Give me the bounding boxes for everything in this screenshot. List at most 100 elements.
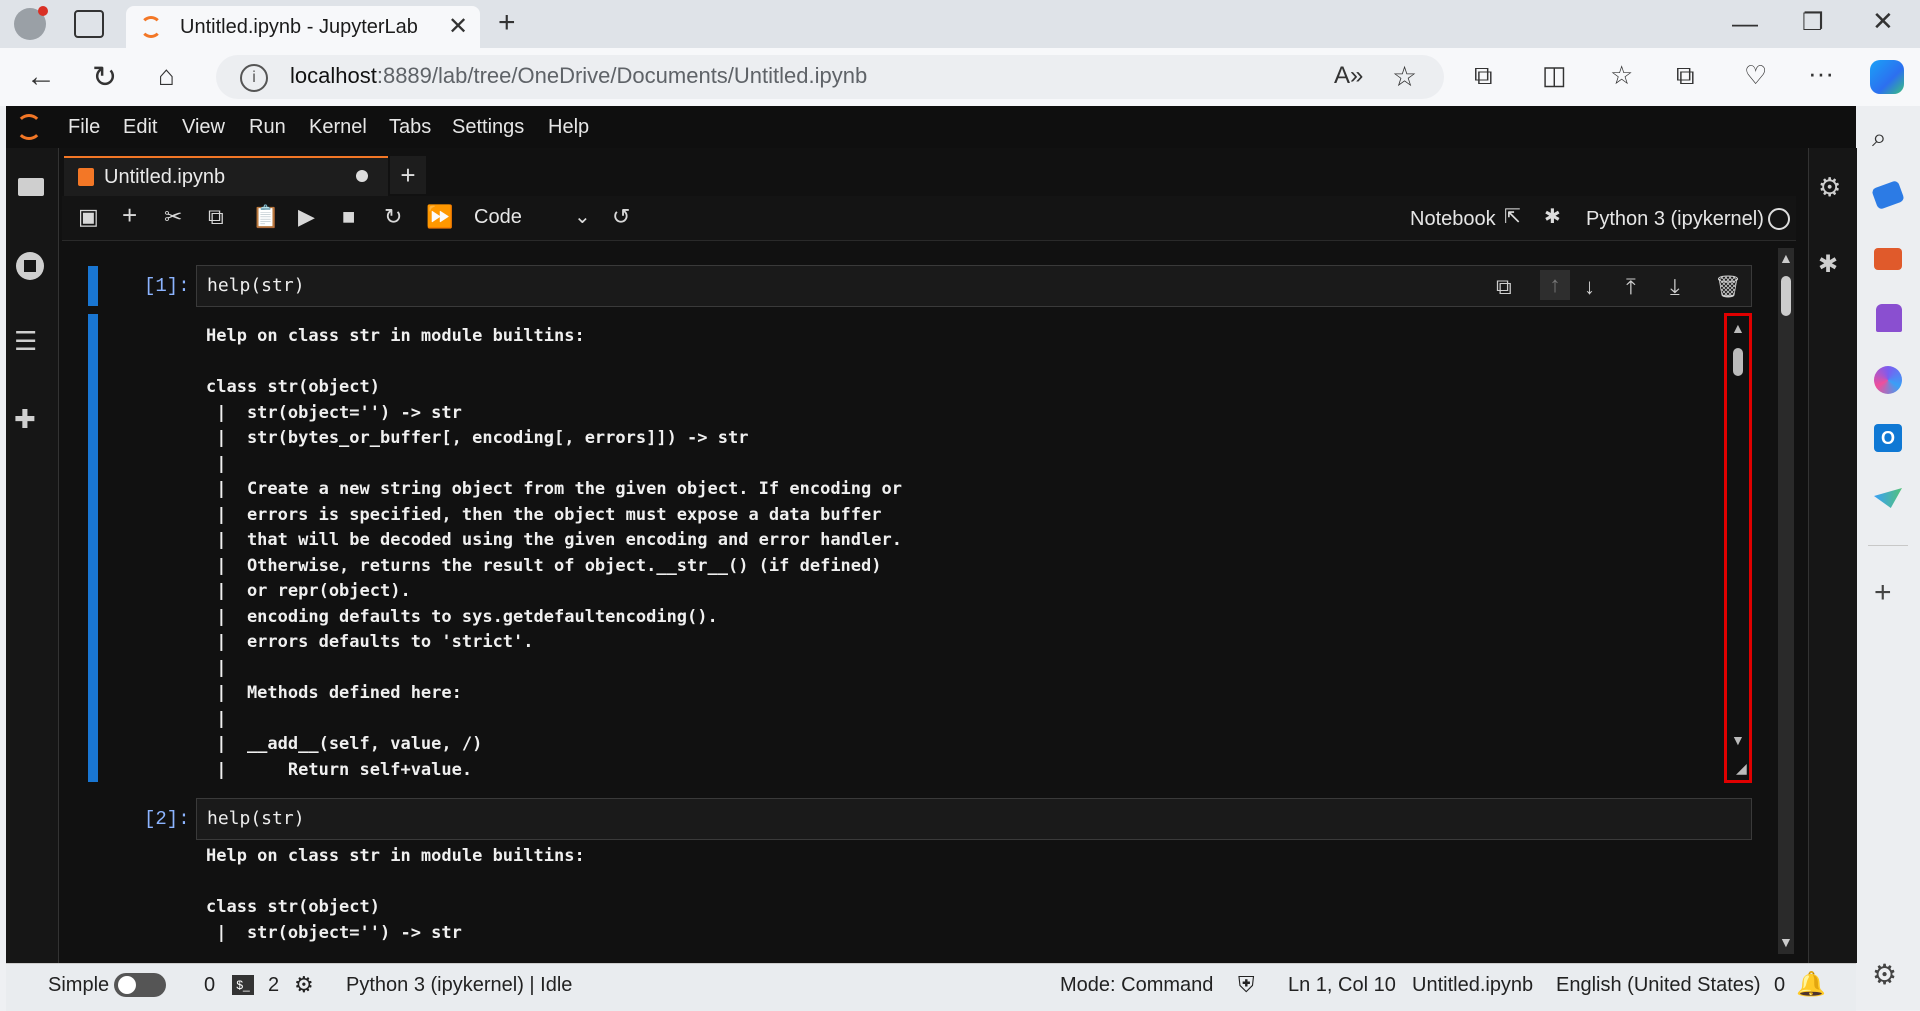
notebook-mode-label[interactable]: Notebook bbox=[1410, 208, 1496, 231]
kernel-name[interactable]: Python 3 (ipykernel) bbox=[1586, 208, 1764, 231]
back-icon[interactable]: ← bbox=[26, 60, 56, 94]
edge-sidebar bbox=[1856, 106, 1920, 1010]
notebook-toolbar bbox=[62, 196, 1796, 241]
new-tab-icon[interactable]: + bbox=[498, 6, 516, 40]
property-inspector-icon[interactable]: ⚙ bbox=[1818, 172, 1841, 203]
notification-dot bbox=[38, 6, 48, 16]
read-aloud-icon[interactable]: A» bbox=[1334, 62, 1363, 90]
active-output-indicator bbox=[88, 314, 98, 782]
bug-icon[interactable]: ✱ bbox=[1544, 204, 1561, 229]
paste-icon[interactable]: 📋 bbox=[252, 204, 279, 230]
kernel-status-icon bbox=[1768, 208, 1790, 230]
run-icon[interactable]: ▶ bbox=[298, 204, 315, 230]
restore-icon[interactable]: ❐ bbox=[1802, 8, 1824, 37]
new-launcher-icon[interactable]: + bbox=[390, 156, 426, 194]
notebook-scroll-down-icon[interactable]: ▼ bbox=[1779, 934, 1793, 950]
minimize-icon[interactable]: — bbox=[1732, 8, 1758, 39]
refresh-icon[interactable]: ↻ bbox=[92, 60, 117, 95]
bell-icon[interactable]: 🔔 bbox=[1796, 970, 1826, 999]
notebook-scroll-up-icon[interactable]: ▲ bbox=[1779, 250, 1793, 266]
move-up-icon[interactable]: ↑ bbox=[1540, 270, 1570, 300]
cell-2-output-area[interactable]: Help on class str in module builtins: cl… bbox=[196, 844, 1720, 956]
menu-settings[interactable]: Settings bbox=[452, 116, 524, 139]
cell-2-code: help(str) bbox=[207, 808, 305, 829]
collections-icon[interactable]: ⧉ bbox=[1676, 60, 1695, 92]
more-menu-icon[interactable]: ··· bbox=[1808, 58, 1834, 89]
kernel-chip-icon: ⚙ bbox=[294, 972, 314, 997]
cell-2-input[interactable]: help(str) bbox=[196, 798, 1752, 840]
cursor-position[interactable]: Ln 1, Col 10 bbox=[1288, 974, 1396, 997]
url-text[interactable]: localhost:8889/lab/tree/OneDrive/Documen… bbox=[290, 63, 867, 89]
home-icon[interactable]: ⌂ bbox=[158, 60, 175, 92]
simple-mode-toggle-knob bbox=[118, 976, 136, 994]
add-sidebar-icon[interactable]: + bbox=[1874, 576, 1892, 610]
stop-icon[interactable]: ■ bbox=[342, 204, 355, 230]
jupyter-logo-icon bbox=[16, 114, 42, 140]
restart-icon[interactable]: ↻ bbox=[384, 204, 402, 230]
cell-1-code: help(str) bbox=[207, 275, 305, 296]
sidebar-settings-icon[interactable]: ⚙ bbox=[1872, 958, 1897, 991]
menu-kernel[interactable]: Kernel bbox=[309, 116, 367, 139]
cell-2-output-text: Help on class str in module builtins: cl… bbox=[206, 846, 585, 943]
notebook-scrollbar[interactable] bbox=[1778, 248, 1794, 954]
move-down-icon[interactable]: ↓ bbox=[1584, 274, 1595, 300]
notebook-file-icon bbox=[78, 168, 94, 186]
status-file-name: Untitled.ipynb bbox=[1412, 974, 1534, 996]
extensions-icon[interactable]: ⧉ bbox=[1474, 60, 1493, 92]
copy-icon[interactable]: ⧉ bbox=[208, 204, 224, 230]
unsaved-dot-icon[interactable] bbox=[356, 170, 368, 182]
tab-actions-icon[interactable] bbox=[74, 10, 104, 38]
notebook-tab[interactable]: Untitled.ipynb bbox=[64, 156, 388, 196]
insert-above-icon[interactable]: ⤒ bbox=[1626, 274, 1636, 300]
search-icon[interactable]: ⌕ bbox=[1872, 122, 1887, 154]
cell-1-input[interactable]: help(str) bbox=[196, 265, 1752, 307]
close-window-icon[interactable]: ✕ bbox=[1872, 6, 1894, 37]
cell-1-output-area[interactable]: Help on class str in module builtins: cl… bbox=[196, 316, 1720, 782]
favorites-icon[interactable]: ☆ bbox=[1610, 60, 1633, 91]
restart-run-all-icon[interactable]: ⏩ bbox=[426, 204, 453, 230]
chevron-down-icon: ⌄ bbox=[574, 206, 591, 228]
kernel-count[interactable]: 2 bbox=[268, 974, 279, 997]
table-of-contents-icon[interactable]: ☰ bbox=[14, 326, 37, 357]
microsoft-365-icon[interactable] bbox=[1874, 366, 1902, 394]
delete-cell-icon[interactable]: 🗑 bbox=[1714, 274, 1742, 300]
favorite-star-icon[interactable]: ☆ bbox=[1392, 60, 1417, 93]
games-icon[interactable] bbox=[1876, 304, 1902, 332]
browser-essentials-icon[interactable]: ♡ bbox=[1744, 60, 1767, 91]
menu-run[interactable]: Run bbox=[249, 116, 286, 139]
cell-type-select[interactable]: Code ⌄ bbox=[470, 202, 596, 234]
menu-edit[interactable]: Edit bbox=[123, 116, 157, 139]
menu-view[interactable]: View bbox=[182, 116, 225, 139]
menu-help[interactable]: Help bbox=[548, 116, 589, 139]
extension-manager-icon[interactable]: ✚ bbox=[14, 404, 36, 435]
cell-2-prompt: [2]: bbox=[144, 808, 190, 830]
notebook-tab-label: Untitled.ipynb bbox=[104, 166, 226, 188]
display-language[interactable]: English (United States) bbox=[1556, 974, 1761, 997]
save-icon[interactable]: ▣ bbox=[78, 204, 99, 230]
duplicate-cell-icon[interactable]: ⧉ bbox=[1496, 274, 1512, 300]
site-info-icon[interactable]: i bbox=[240, 64, 268, 92]
browser-tab[interactable]: Untitled.ipynb - JupyterLab ✕ bbox=[126, 6, 480, 48]
cut-icon[interactable]: ✂ bbox=[164, 204, 182, 230]
cell-type-value: Code bbox=[474, 206, 522, 228]
menu-file[interactable]: File bbox=[68, 116, 100, 139]
close-tab-icon[interactable]: ✕ bbox=[448, 12, 468, 41]
tools-icon[interactable] bbox=[1874, 248, 1902, 270]
menu-tabs[interactable]: Tabs bbox=[389, 116, 431, 139]
refresh-widgets-icon[interactable]: ↺ bbox=[612, 204, 630, 230]
trusted-shield-icon[interactable]: ⛨ bbox=[1238, 972, 1255, 998]
kernel-status[interactable]: Python 3 (ipykernel) | Idle bbox=[346, 974, 572, 997]
notebook-scroll-thumb[interactable] bbox=[1781, 276, 1791, 316]
split-screen-icon[interactable]: ◫ bbox=[1542, 60, 1567, 91]
insert-below-icon[interactable]: ⤓ bbox=[1670, 274, 1680, 300]
terminal-count[interactable]: 0 bbox=[204, 974, 215, 997]
active-cell-indicator bbox=[88, 266, 98, 306]
insert-cell-icon[interactable]: + bbox=[122, 200, 137, 231]
file-browser-icon[interactable] bbox=[18, 178, 44, 196]
notification-count[interactable]: 0 bbox=[1774, 974, 1785, 997]
open-external-icon[interactable]: ⇱ bbox=[1504, 204, 1521, 229]
copilot-icon[interactable] bbox=[1870, 60, 1904, 94]
debugger-icon[interactable]: ✱ bbox=[1818, 250, 1838, 279]
jupyter-favicon bbox=[140, 16, 162, 38]
outlook-icon[interactable]: O bbox=[1874, 424, 1902, 452]
